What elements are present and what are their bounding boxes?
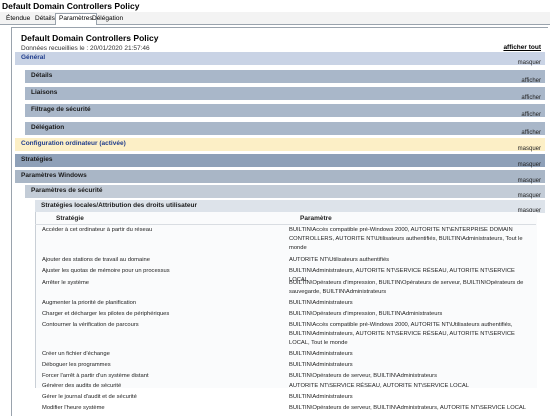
section-policies-label: Stratégies [21,156,53,163]
table-row-policy: Créer un fichier d'échange [42,351,110,357]
section-security-filtering[interactable]: Filtrage de sécurité afficher [25,104,545,118]
table-row-policy: Accéder à cet ordinateur à partir du rés… [42,227,153,233]
section-policies-toggle[interactable]: masquer [518,162,541,168]
section-computer-config-label: Configuration ordinateur (activée) [21,140,126,147]
table-row-policy: Générer des audits de sécurité [42,383,122,389]
section-links[interactable]: Liaisons afficher [25,87,545,101]
tab-delegation[interactable]: Délégation [88,13,127,24]
section-links-label: Liaisons [31,89,58,96]
table-row-policy: Modifier l'heure système [42,405,105,411]
report-date: Données recueillies le : 20/01/2020 21:5… [21,45,150,52]
column-header-setting: Paramètre [300,215,332,222]
section-windows-settings-toggle[interactable]: masquer [518,178,541,184]
section-user-rights-label: Stratégies locales/Attribution des droit… [41,202,198,209]
section-general-label: Général [21,54,46,61]
table-row-policy: Contourner la vérification de parcours [42,322,139,328]
section-security-filtering-toggle[interactable]: afficher [521,112,541,118]
section-windows-settings-label: Paramètres Windows [21,172,87,179]
table-row-setting: BUILTIN\Accès compatible pré-Windows 200… [289,227,523,251]
table-row-setting: AUTORITE NT\Utilisateurs authentifiés [289,257,390,263]
table-row-setting: BUILTIN\Administrateurs [289,394,353,400]
section-links-toggle[interactable]: afficher [521,95,541,101]
table-row-setting: AUTORITE NT\SERVICE RÉSEAU, AUTORITE NT\… [289,383,469,389]
table-row-policy: Augmenter la priorité de planification [42,300,137,306]
table-row-setting: BUILTIN\Opérateurs d'impression, BUILTIN… [289,311,443,317]
section-delegation[interactable]: Délégation afficher [25,122,545,136]
table-row-setting: BUILTIN\Opérateurs de serveur, BUILTIN\A… [289,373,437,379]
table-row-setting: BUILTIN\Opérateurs d'impression, BUILTIN… [289,280,524,295]
section-details-toggle[interactable]: afficher [521,78,541,84]
window-title: Default Domain Controllers Policy [0,0,550,12]
table-row-setting: BUILTIN\Administrateurs [289,351,353,357]
section-security-settings-toggle[interactable]: masquer [518,193,541,199]
section-details-label: Détails [31,72,53,79]
table-row-setting: BUILTIN\Accès compatible pré-Windows 200… [289,322,515,346]
section-details[interactable]: Détails afficher [25,70,545,84]
tab-bar: Étendue Détails Paramètres Délégation [0,12,550,25]
table-row-policy: Forcer l'arrêt à partir d'un système dis… [42,373,149,379]
table-row-policy: Ajuster les quotas de mémoire pour un pr… [42,268,170,274]
table-row-setting: BUILTIN\Administrateurs [289,362,353,368]
report-title: Default Domain Controllers Policy [21,33,159,43]
table-row-setting: BUILTIN\Opérateurs de serveur, BUILTIN\A… [289,405,526,411]
table-header-divider [35,224,536,225]
section-computer-config[interactable]: Configuration ordinateur (activée) masqu… [15,138,545,152]
tab-scope[interactable]: Étendue [2,13,34,24]
section-security-settings-label: Paramètres de sécurité [31,187,103,194]
section-delegation-label: Délégation [31,124,65,131]
table-row-policy: Déboguer les programmes [42,362,111,368]
table-row-policy: Ajouter des stations de travail au domai… [42,257,150,263]
section-computer-config-toggle[interactable]: masquer [518,146,541,152]
table-row-policy: Arrêter le système [42,280,90,286]
section-general-toggle[interactable]: masquer [518,60,541,66]
section-delegation-toggle[interactable]: afficher [521,130,541,136]
section-policies[interactable]: Stratégies masquer [15,154,545,168]
column-header-policy: Stratégie [56,215,84,222]
table-row-policy: Charger et décharger les pilotes de péri… [42,311,170,317]
section-security-settings[interactable]: Paramètres de sécurité masquer [25,185,545,199]
table-row-setting: BUILTIN\Administrateurs [289,300,353,306]
section-general[interactable]: Général masquer [15,52,545,66]
table-row-policy: Gérer le journal d'audit et de sécurité [42,394,137,400]
section-windows-settings[interactable]: Paramètres Windows masquer [15,170,545,184]
section-security-filtering-label: Filtrage de sécurité [31,106,91,113]
show-all-link[interactable]: afficher tout [503,44,541,51]
